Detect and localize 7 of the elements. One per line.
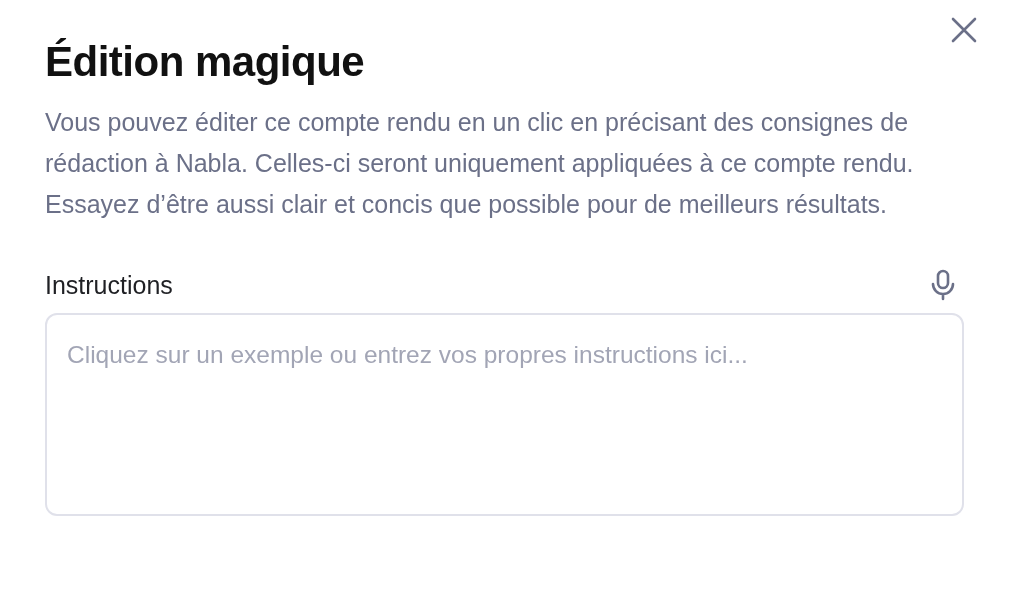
- microphone-icon[interactable]: [930, 269, 956, 301]
- instructions-field[interactable]: Cliquez sur un exemple ou entrez vos propres instructions ici...: [45, 313, 964, 516]
- dialog-title: Édition magique: [45, 37, 366, 87]
- instructions-label: Instructions: [45, 270, 173, 300]
- dialog-description: Vous pouvez éditer ce compte rendu en un clic en précisant des consignes de rédaction à Nabla. Celles-ci seront uniquement appliquées à ce compte rendu. Essayez d’être aussi clair et concis que possible pour de meilleurs résultats.: [45, 107, 915, 220]
- close-icon: [950, 16, 978, 44]
- close-button[interactable]: [950, 16, 978, 44]
